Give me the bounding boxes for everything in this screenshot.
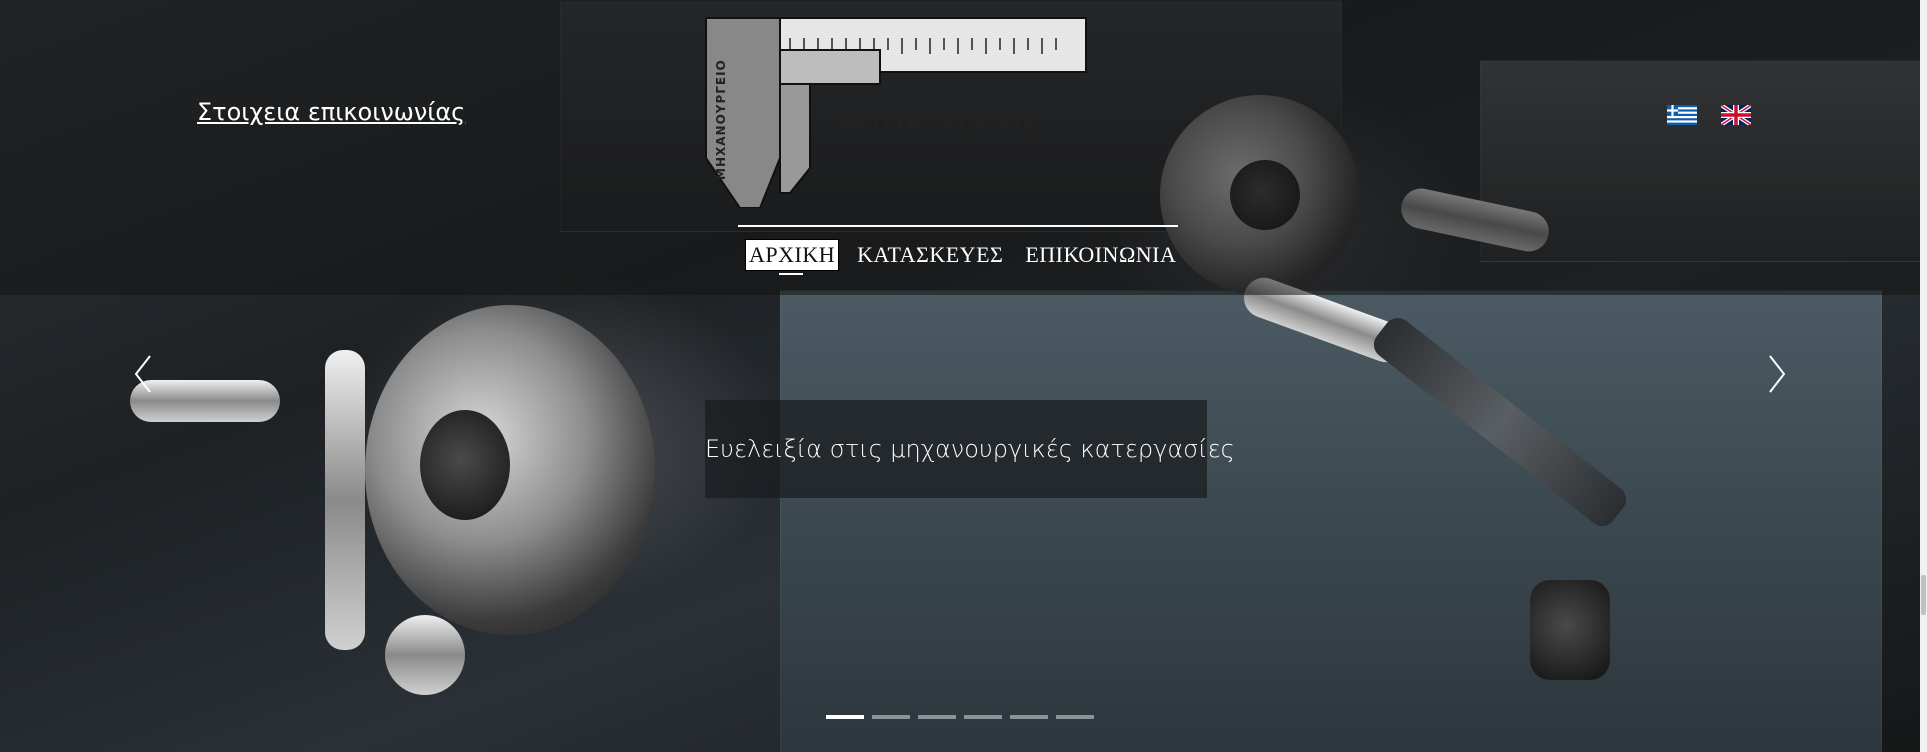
slide-indicator-4[interactable] [964, 715, 1002, 719]
slide-indicator-6[interactable] [1056, 715, 1094, 719]
slide-caption-box: Ευελειξία στις μηχανουργικές κατεργασίες [705, 400, 1235, 498]
slide-indicator-3[interactable] [918, 715, 956, 719]
slide-indicator-1[interactable] [826, 715, 864, 719]
nav-active-indicator [779, 273, 803, 275]
slide-caption: Ευελειξία στις μηχανουργικές κατεργασίες [705, 435, 1235, 463]
background-handle-knob [385, 615, 465, 695]
nav-item-contact[interactable]: ΕΠΙΚΟΙΝΩΝΙΑ [1022, 240, 1179, 270]
nav-item-constructions[interactable]: ΚΑΤΑΣΚΕΥΕΣ [854, 240, 1006, 270]
background-lever-base [1530, 580, 1610, 680]
background-handle-stem [325, 350, 365, 650]
logo-vertical-text: ΜΗΧΑΝΟΥΡΓΕΙΟ [714, 59, 728, 180]
background-handwheel-dial [365, 305, 655, 635]
hero-slider: Στοιχεια επικοινωνίας ΜΗΧΑΝΟΥΡΓΕΙΟ ΦΥΤΙΛ… [0, 0, 1920, 752]
slide-indicator-2[interactable] [872, 715, 910, 719]
main-nav: ΑΡΧΙΚΗ ΚΑΤΑΣΚΕΥΕΣ ΕΠΙΚΟΙΝΩΝΙΑ [744, 239, 1195, 271]
slider-pagination [826, 715, 1094, 719]
chevron-right-icon[interactable] [1762, 350, 1792, 398]
greek-flag-icon[interactable] [1667, 105, 1697, 125]
nav-divider [738, 225, 1178, 227]
chevron-left-icon[interactable] [128, 350, 158, 398]
caliper-logo-icon [705, 17, 1087, 209]
background-machine-base [780, 290, 1882, 752]
slide-indicator-5[interactable] [1010, 715, 1048, 719]
nav-item-home[interactable]: ΑΡΧΙΚΗ [744, 239, 840, 271]
background-handwheel-hub [420, 410, 510, 520]
page-scrollbar[interactable] [1920, 0, 1927, 752]
site-logo[interactable] [700, 8, 1090, 209]
scrollbar-thumb[interactable] [1921, 575, 1926, 615]
contact-info-link[interactable]: Στοιχεια επικοινωνίας [197, 98, 465, 126]
uk-flag-icon[interactable] [1719, 103, 1753, 127]
logo-company-name: ΦΥΤΙΛΗΣ ΚΩΝ/ΝΟΣ [840, 115, 1044, 135]
